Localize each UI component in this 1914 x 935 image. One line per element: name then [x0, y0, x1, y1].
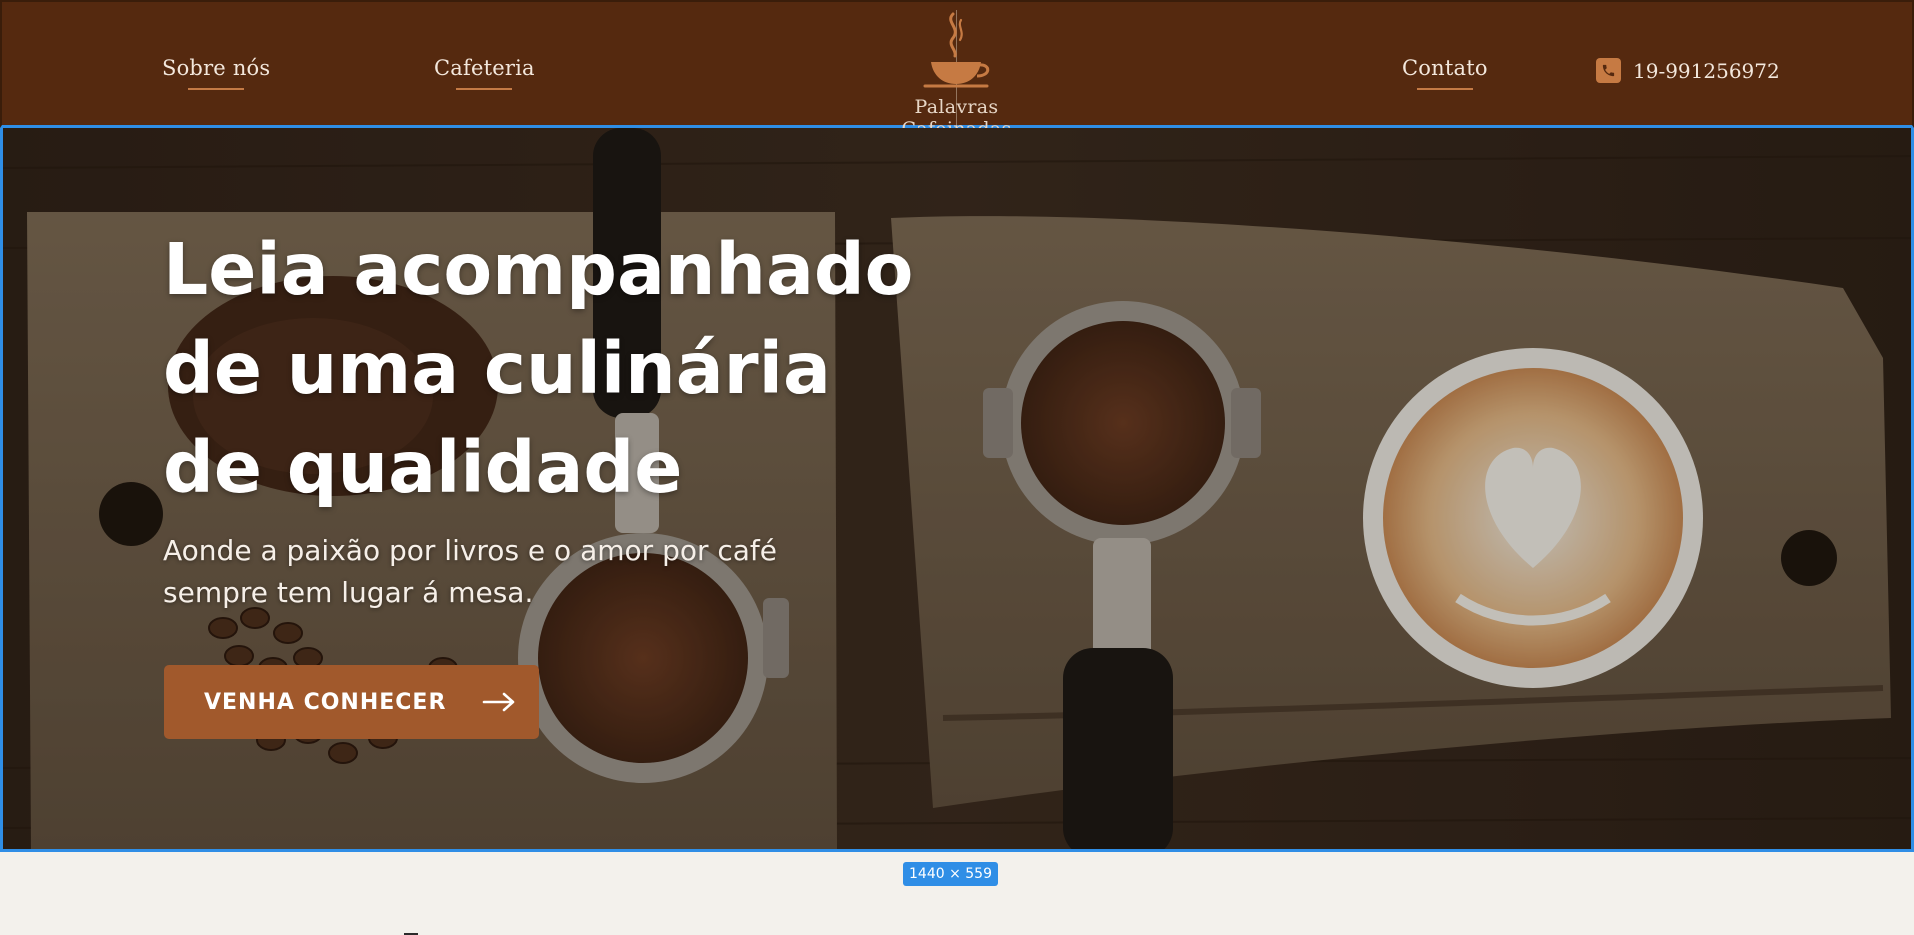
phone-number: 19-991256972 — [1633, 58, 1780, 83]
frame-dimension-badge: 1440 × 559 — [903, 862, 998, 886]
nav-link-contato[interactable]: Contato — [1402, 56, 1488, 90]
venha-conhecer-button[interactable]: VENHA CONHECER — [164, 665, 539, 739]
phone-icon — [1596, 58, 1621, 83]
cta-label: VENHA CONHECER — [204, 689, 447, 715]
nav-link-cafeteria[interactable]: Cafeteria — [434, 56, 535, 90]
site-header: Sobre nós Cafeteria Palavras Cafeinadas … — [0, 0, 1914, 140]
phone-contact[interactable]: 19-991256972 — [1596, 58, 1780, 83]
coffee-cup-icon — [923, 12, 990, 88]
nav-link-sobre-nos[interactable]: Sobre nós — [162, 56, 270, 90]
brand-logo[interactable]: Palavras Cafeinadas — [864, 10, 1049, 140]
hero-section: Leia acompanhado de uma culinária de qua… — [0, 128, 1914, 852]
arrow-right-icon — [483, 692, 515, 712]
hero-subtitle: Aonde a paixão por livros e o amor por c… — [163, 534, 778, 609]
hero-title: Leia acompanhado de uma culinária de qua… — [163, 228, 914, 509]
